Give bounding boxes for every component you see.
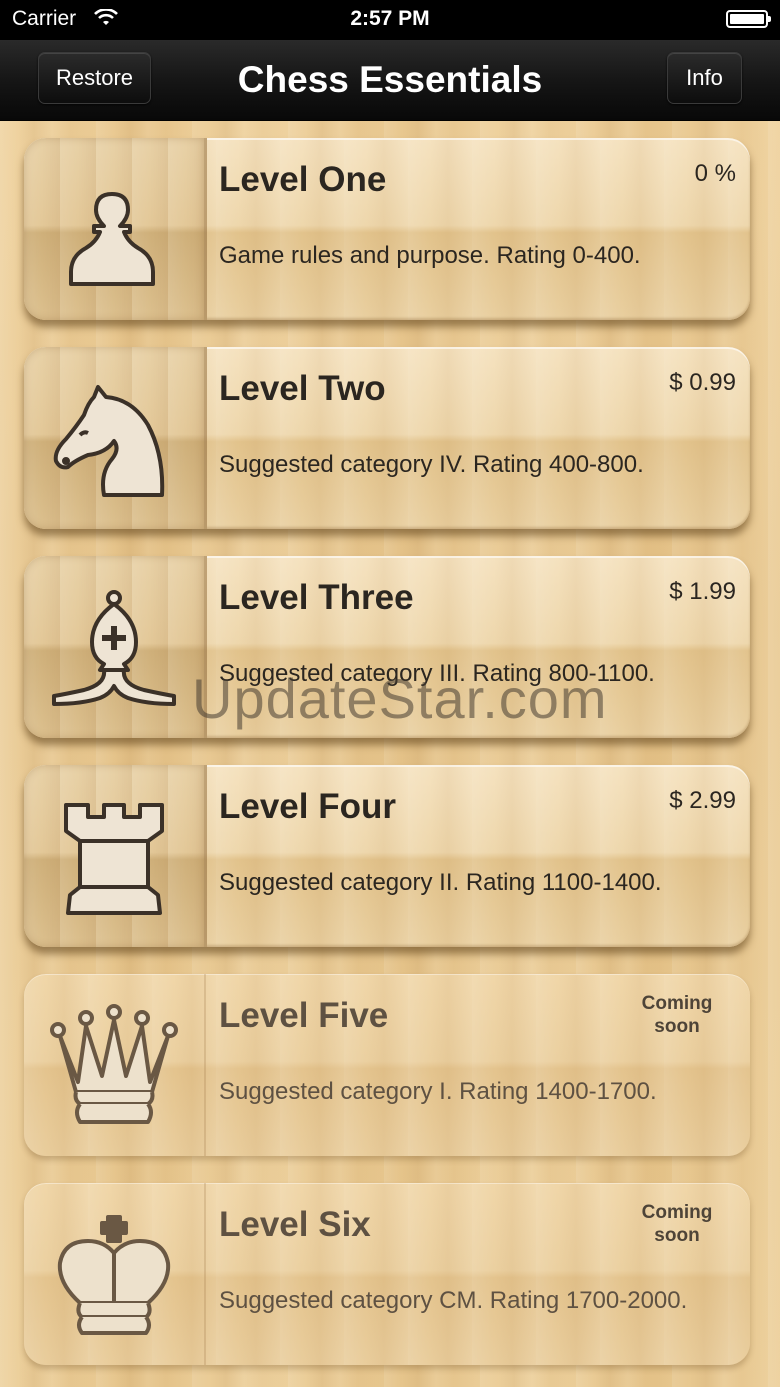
level-five-card[interactable]: Level Five Coming soon Suggested categor… (24, 974, 750, 1156)
level-description: Suggested category CM. Rating 1700-2000. (219, 1287, 688, 1314)
level-icon-cell (24, 765, 207, 947)
level-description: Game rules and purpose. Rating 0-400. (219, 242, 641, 269)
level-six-card[interactable]: Level Six Coming soon Suggested category… (24, 1183, 750, 1365)
level-icon-cell (24, 1183, 206, 1365)
level-title: Level One (219, 160, 387, 199)
level-title: Level Three (219, 578, 414, 617)
level-price: $ 0.99 (669, 369, 736, 396)
level-title: Level Six (219, 1205, 371, 1244)
level-icon-cell (24, 974, 206, 1156)
level-price: $ 1.99 (669, 578, 736, 605)
navigation-bar: Restore Chess Essentials Info (0, 40, 780, 121)
knight-icon (53, 385, 165, 497)
rook-icon (64, 803, 164, 915)
page-title: Chess Essentials (237, 59, 543, 100)
level-title: Level Two (219, 369, 386, 408)
level-icon-cell (24, 556, 207, 738)
level-icon-cell (24, 138, 207, 320)
pawn-icon (69, 192, 155, 286)
queen-icon (50, 1004, 178, 1124)
battery-icon (726, 10, 771, 28)
level-one-card[interactable]: Level One 0 % Game rules and purpose. Ra… (24, 138, 750, 320)
clock: 2:57 PM (350, 7, 430, 30)
status-bar: Carrier 2:57 PM (0, 0, 780, 40)
level-price: $ 2.99 (669, 787, 736, 814)
level-two-card[interactable]: Level Two $ 0.99 Suggested category IV. … (24, 347, 750, 529)
level-description: Suggested category IV. Rating 400-800. (219, 451, 644, 478)
level-description: Suggested category I. Rating 1400-1700. (219, 1078, 657, 1105)
level-price: 0 % (694, 160, 736, 187)
coming-soon-label: Coming soon (641, 1202, 713, 1246)
info-button[interactable]: Info (667, 52, 742, 104)
level-description: Suggested category II. Rating 1100-1400. (219, 869, 662, 896)
watermark-text: UpdateStar.com (192, 667, 608, 730)
level-icon-cell (24, 347, 207, 529)
bishop-icon (52, 590, 176, 706)
king-icon (57, 1215, 171, 1335)
level-title: Level Five (219, 996, 389, 1035)
coming-soon-label: Coming soon (641, 993, 713, 1037)
level-title: Level Four (219, 787, 396, 826)
level-four-card[interactable]: Level Four $ 2.99 Suggested category II.… (24, 765, 750, 947)
